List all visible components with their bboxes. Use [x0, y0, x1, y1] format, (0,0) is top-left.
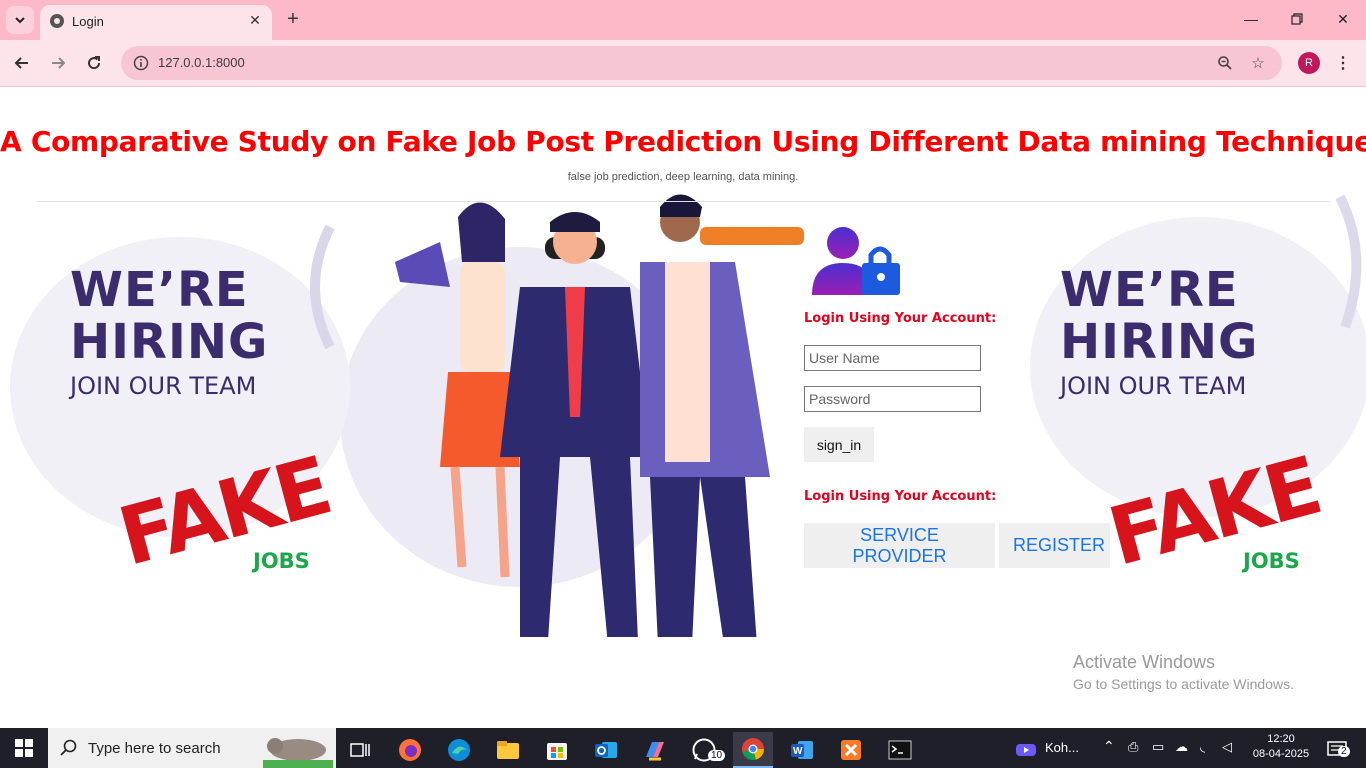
reload-button[interactable] — [81, 50, 107, 76]
notification-center-icon[interactable]: 2 — [1320, 732, 1354, 768]
system-clock[interactable]: 12:20 08-04-2025 — [1248, 732, 1314, 762]
arrow-left-icon — [14, 57, 28, 69]
firefox-icon[interactable] — [390, 732, 430, 768]
chevron-down-icon — [15, 17, 25, 24]
zoom-app-icon[interactable] — [1012, 732, 1040, 768]
close-tab-icon[interactable]: ✕ — [246, 11, 264, 29]
terminal-icon[interactable] — [880, 732, 920, 768]
page-viewport: A Comparative Study on Fake Job Post Pre… — [0, 87, 1366, 728]
new-tab-button[interactable]: + — [282, 8, 304, 30]
copilot-icon[interactable] — [635, 732, 675, 768]
minimize-button[interactable]: — — [1228, 4, 1274, 34]
chrome-icon[interactable] — [733, 732, 773, 768]
register-button[interactable]: REGISTER — [999, 523, 1110, 568]
tab-title: Login — [72, 14, 104, 29]
toolbar: 127.0.0.1:8000 ☆ R ⋮ — [0, 40, 1366, 87]
task-view-icon[interactable] — [340, 732, 380, 768]
bookmark-star-icon[interactable]: ☆ — [1249, 54, 1267, 72]
wifi-icon[interactable]: ◟ — [1200, 739, 1205, 755]
arrow-right-icon — [52, 57, 66, 69]
whatsapp-icon[interactable]: 10 — [684, 732, 726, 768]
poster-line1: WE’RE — [1060, 262, 1239, 318]
search-placeholder: Type here to search — [88, 740, 221, 757]
restore-icon — [1291, 13, 1303, 25]
site-info-icon[interactable] — [133, 55, 149, 71]
profile-avatar[interactable]: R — [1298, 52, 1320, 74]
close-window-button[interactable]: ✕ — [1320, 4, 1366, 34]
divider — [37, 201, 1329, 202]
start-button[interactable] — [0, 728, 48, 768]
forward-button[interactable] — [45, 50, 71, 76]
word-icon[interactable]: W — [782, 732, 822, 768]
page-title: A Comparative Study on Fake Job Post Pre… — [0, 125, 1366, 158]
watermark-subtitle: Go to Settings to activate Windows. — [1073, 676, 1294, 692]
windows-taskbar: Type here to search 10 W Koh... ⌃ ⎙ ▭ ☁ … — [0, 728, 1366, 768]
speaker-icon[interactable]: ◁ — [1222, 739, 1232, 755]
windows-logo-icon — [15, 739, 33, 757]
zoom-app-label[interactable]: Koh... — [1045, 740, 1079, 755]
microsoft-store-icon[interactable] — [537, 732, 577, 768]
clock-date: 08-04-2025 — [1252, 748, 1310, 760]
left-hiring-poster: WE’RE HIRING JOIN OUR TEAM — [70, 262, 268, 400]
left-jobs-label: JOBS — [253, 549, 310, 573]
tab-search-button[interactable] — [6, 6, 34, 34]
whatsapp-badge: 10 — [708, 750, 726, 761]
poster-line3: JOIN OUR TEAM — [1060, 372, 1247, 400]
svg-text:W: W — [793, 746, 803, 757]
onedrive-cloud-icon[interactable]: ☁ — [1175, 739, 1188, 755]
user-lock-icon — [812, 227, 900, 295]
chevron-up-icon[interactable]: ⌃ — [1103, 738, 1115, 755]
xampp-icon[interactable] — [831, 732, 871, 768]
file-explorer-icon[interactable] — [488, 732, 528, 768]
globe-icon — [50, 14, 64, 28]
address-bar[interactable]: 127.0.0.1:8000 ☆ — [121, 46, 1282, 80]
poster-line3: JOIN OUR TEAM — [70, 372, 257, 400]
tab-login[interactable]: Login ✕ — [40, 5, 272, 40]
zoom-icon[interactable] — [1216, 54, 1234, 72]
poster-line2: HIRING — [1060, 314, 1259, 370]
service-provider-button[interactable]: SERVICE PROVIDER — [804, 523, 995, 568]
poster-line2: HIRING — [70, 314, 269, 370]
page-subtitle: false job prediction, deep learning, dat… — [567, 171, 799, 183]
right-jobs-label: JOBS — [1243, 549, 1300, 573]
search-icon — [60, 739, 77, 756]
login-heading-2: Login Using Your Account: — [804, 489, 997, 504]
watermark-title: Activate Windows — [1073, 652, 1216, 672]
more-menu-icon[interactable]: ⋮ — [1332, 52, 1354, 74]
activate-windows-watermark: Activate Windows Go to Settings to activ… — [1073, 652, 1294, 692]
taskbar-search[interactable]: Type here to search — [48, 728, 336, 768]
back-button[interactable] — [9, 50, 35, 76]
login-heading: Login Using Your Account: — [804, 311, 997, 326]
sign-in-button[interactable]: sign_in — [804, 427, 874, 462]
url-text: 127.0.0.1:8000 — [158, 55, 245, 70]
clock-time: 12:20 — [1267, 733, 1295, 745]
poster-line1: WE’RE — [70, 262, 249, 318]
edge-icon[interactable] — [439, 732, 479, 768]
password-field[interactable] — [804, 386, 981, 412]
tab-strip: Login ✕ + — ✕ — [0, 0, 1366, 40]
outlook-icon[interactable] — [586, 732, 626, 768]
hippo-decoration-icon — [263, 738, 333, 768]
meet-now-icon[interactable]: ⎙ — [1128, 739, 1138, 755]
reload-icon — [88, 56, 101, 70]
notification-count: 2 — [1338, 746, 1350, 757]
username-field[interactable] — [804, 345, 981, 371]
right-hiring-poster: WE’RE HIRING JOIN OUR TEAM — [1060, 262, 1258, 400]
restore-button[interactable] — [1274, 4, 1320, 34]
battery-icon[interactable]: ▭ — [1152, 739, 1164, 755]
